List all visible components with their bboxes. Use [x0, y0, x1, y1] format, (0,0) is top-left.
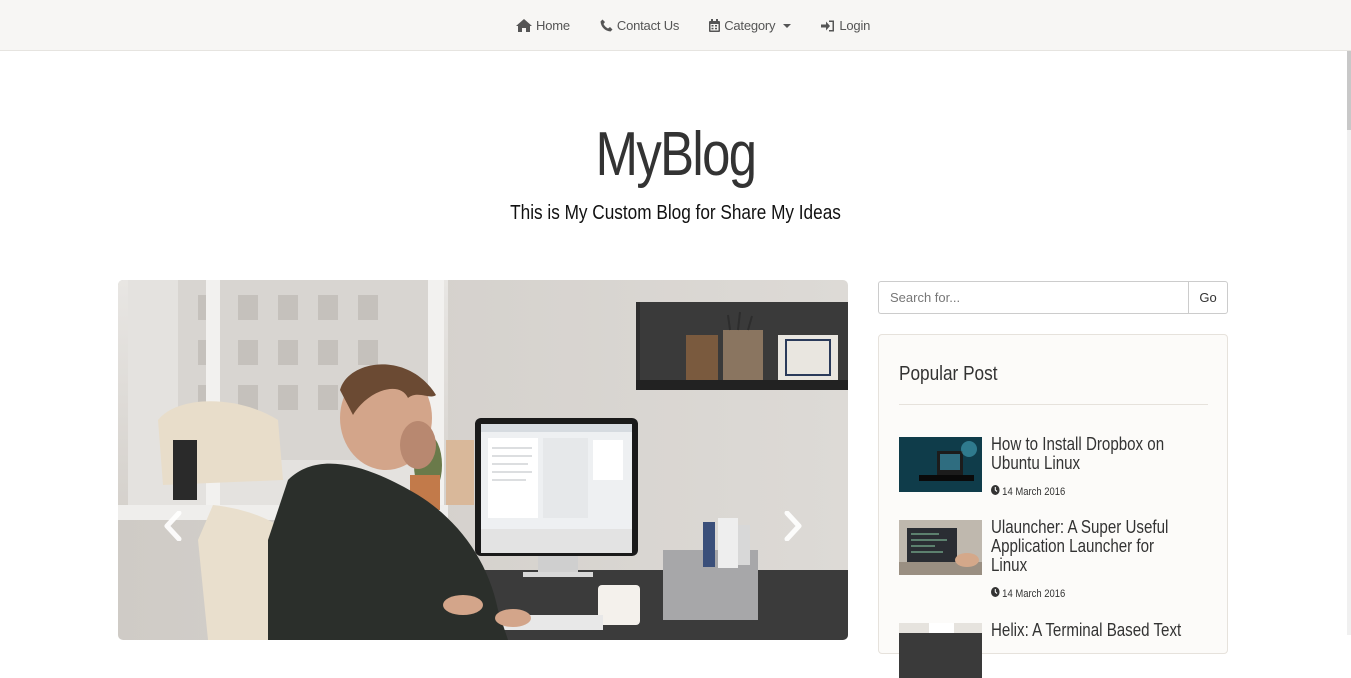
popular-post-heading: Popular Post — [899, 363, 998, 385]
nav-item-label: Login — [839, 18, 871, 33]
sign-in-icon — [821, 20, 835, 32]
popular-post-card: Popular Post How to Install Dropbox on U… — [878, 334, 1228, 678]
chevron-left-icon — [161, 510, 183, 546]
search-box: Go — [878, 281, 1228, 314]
post-title[interactable]: How to Install Dropbox on Ubuntu Linux — [991, 435, 1188, 473]
carousel-prev-button[interactable] — [152, 508, 192, 548]
nav-item-label: Home — [536, 18, 570, 33]
carousel-next-button[interactable] — [774, 508, 814, 548]
divider — [899, 404, 1208, 405]
hero-carousel[interactable] — [118, 280, 848, 640]
clock-icon — [991, 587, 1000, 600]
search-input[interactable] — [878, 281, 1188, 314]
site-title: MyBlog — [595, 120, 757, 189]
site-tagline: This is My Custom Blog for Share My Idea… — [510, 202, 841, 224]
nav-item-label: Category — [724, 18, 776, 33]
nav-item-home[interactable]: Home — [516, 18, 570, 33]
calendar-icon — [709, 19, 721, 32]
carousel-image — [118, 280, 848, 640]
post-title[interactable]: Helix: A Terminal Based Text — [991, 621, 1188, 640]
clock-icon — [991, 485, 1000, 498]
nav-item-login[interactable]: Login — [821, 18, 870, 33]
page-scrollbar[interactable] — [1347, 0, 1351, 635]
post-date: 14 March 2016 — [991, 587, 1065, 600]
post-date-text: 14 March 2016 — [1002, 485, 1066, 498]
home-icon — [516, 19, 532, 32]
post-thumbnail[interactable] — [899, 623, 982, 678]
nav-item-label: Contact Us — [616, 18, 680, 33]
phone-icon — [600, 19, 613, 32]
top-navbar: Home Contact Us Category Login — [0, 0, 1351, 51]
chevron-right-icon — [783, 510, 805, 546]
post-thumbnail[interactable] — [899, 520, 982, 575]
search-go-button[interactable]: Go — [1188, 281, 1228, 314]
post-thumbnail[interactable] — [899, 437, 982, 492]
nav-menu: Home Contact Us Category Login — [516, 0, 870, 51]
post-title[interactable]: Ulauncher: A Super Useful Application La… — [991, 518, 1188, 575]
chevron-down-icon — [783, 23, 792, 28]
nav-item-contact[interactable]: Contact Us — [600, 18, 679, 33]
post-date: 14 March 2016 — [991, 485, 1065, 498]
nav-item-category[interactable]: Category — [709, 18, 792, 33]
post-date-text: 14 March 2016 — [1002, 587, 1066, 600]
